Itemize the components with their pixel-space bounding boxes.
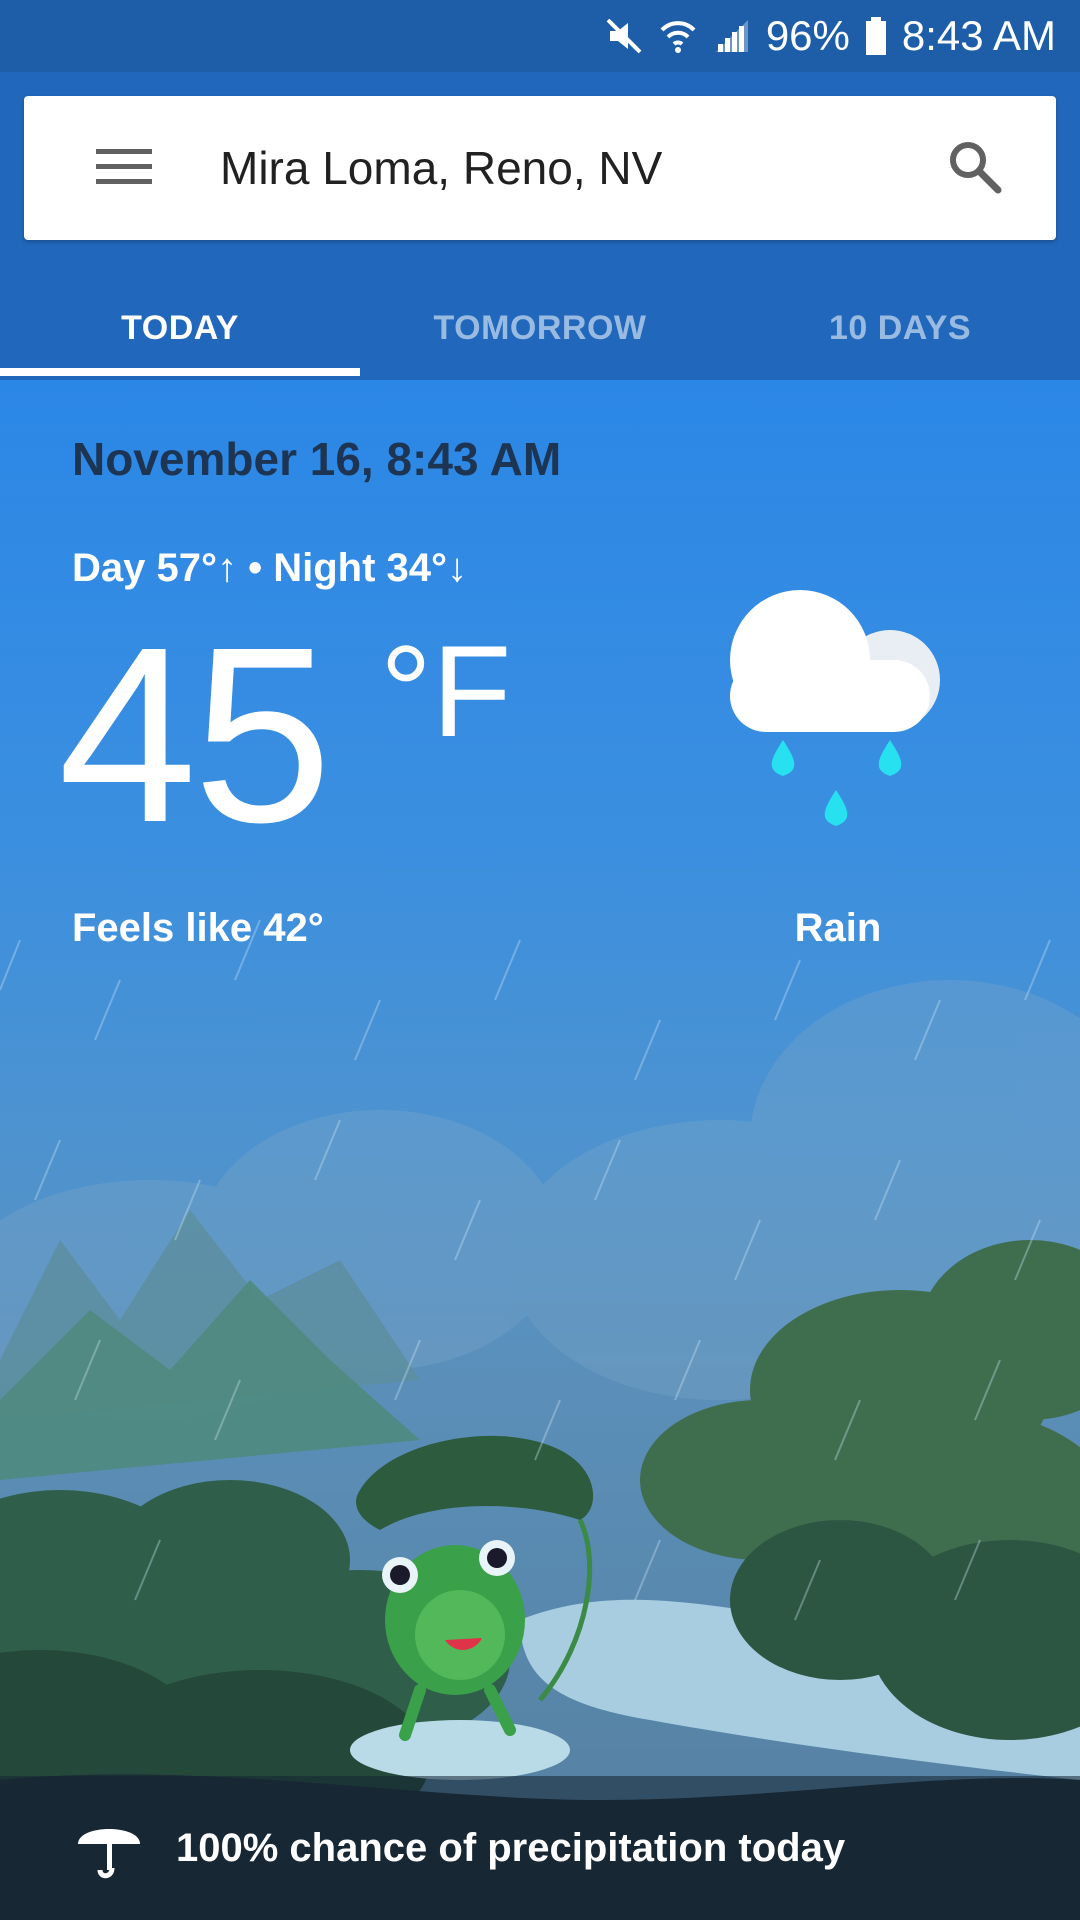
hamburger-icon bbox=[96, 146, 152, 191]
tab-10-days[interactable]: 10 DAYS bbox=[720, 300, 1080, 380]
search-button[interactable] bbox=[940, 134, 1008, 202]
day-night-temps: Day 57°↑ • Night 34°↓ bbox=[72, 546, 467, 590]
temperature-unit[interactable]: °F bbox=[380, 626, 511, 756]
tab-tomorrow[interactable]: TOMORROW bbox=[360, 300, 720, 380]
feels-like: Feels like 42° bbox=[72, 906, 324, 950]
weather-panel: November 16, 8:43 AM Day 57°↑ • Night 34… bbox=[0, 380, 1080, 1920]
menu-button[interactable] bbox=[84, 140, 164, 196]
battery-percent: 96% bbox=[765, 12, 850, 59]
wifi-icon bbox=[658, 16, 698, 56]
signal-icon bbox=[712, 16, 752, 56]
weather-app: 96% 8:43 AM Mira Loma, Reno, NV TODAY TO… bbox=[0, 0, 1080, 1920]
location-text[interactable]: Mira Loma, Reno, NV bbox=[220, 96, 662, 240]
search-box[interactable]: Mira Loma, Reno, NV bbox=[24, 96, 1056, 240]
battery-icon bbox=[864, 16, 888, 56]
umbrella-icon bbox=[78, 1829, 140, 1879]
precipitation-text: 100% chance of precipitation today bbox=[176, 1825, 846, 1870]
mute-icon bbox=[604, 16, 644, 56]
status-bar: 96% 8:43 AM bbox=[0, 0, 1080, 72]
date-time: November 16, 8:43 AM bbox=[72, 433, 562, 485]
current-temperature: 45 bbox=[58, 595, 332, 874]
precipitation-footer[interactable]: 100% chance of precipitation today bbox=[0, 1776, 1080, 1920]
search-icon bbox=[946, 138, 1002, 199]
cloud-rain-icon bbox=[730, 590, 940, 826]
tab-indicator bbox=[0, 368, 360, 376]
app-bar: Mira Loma, Reno, NV TODAY TOMORROW 10 DA… bbox=[0, 72, 1080, 380]
status-time: 8:43 AM bbox=[901, 12, 1056, 59]
condition-text: Rain bbox=[794, 906, 882, 950]
status-bar-right: 96% 8:43 AM bbox=[604, 0, 1056, 72]
